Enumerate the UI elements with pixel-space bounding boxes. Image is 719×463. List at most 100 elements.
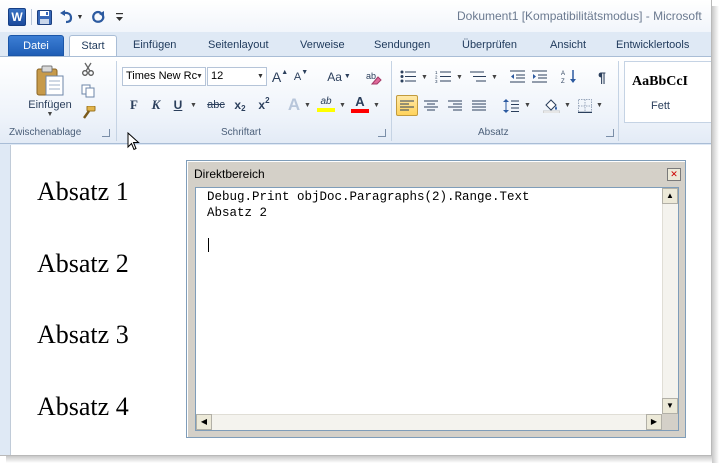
tab-ansicht[interactable]: Ansicht xyxy=(550,35,586,56)
group-separator xyxy=(116,61,117,141)
shading-icon[interactable] xyxy=(540,95,562,116)
change-case-label: Aa xyxy=(327,69,342,84)
svg-text:3: 3 xyxy=(435,79,438,83)
cut-icon[interactable] xyxy=(80,61,96,77)
subscript-button[interactable]: x2 xyxy=(230,95,250,114)
immediate-window-editor[interactable]: Debug.Print objDoc.Paragraphs(2).Range.T… xyxy=(195,187,679,431)
word-window: W ▼ Dokument1 [Kompatibilitätsmodus] - M… xyxy=(0,0,712,456)
tab-einfuegen[interactable]: Einfügen xyxy=(133,35,176,56)
superscript-button[interactable]: x2 xyxy=(254,95,274,114)
vertical-scrollbar[interactable]: ▲ ▼ xyxy=(662,188,678,414)
font-name-combo[interactable]: Times New Rc ▼ xyxy=(122,67,206,86)
undo-icon[interactable] xyxy=(58,8,74,26)
window-title: Dokument1 [Kompatibilitätsmodus] - Micro… xyxy=(457,9,702,23)
immediate-window: Direktbereich ✕ Debug.Print objDoc.Parag… xyxy=(186,160,686,438)
tab-ueberpruefen[interactable]: Überprüfen xyxy=(462,35,517,56)
clipboard-dialog-launcher[interactable] xyxy=(102,129,110,137)
copy-icon[interactable] xyxy=(80,83,96,99)
qat-separator xyxy=(31,9,32,25)
title-bar: W ▼ Dokument1 [Kompatibilitätsmodus] - M… xyxy=(0,0,711,32)
font-size-value: 12 xyxy=(211,70,224,82)
clear-formatting-icon[interactable]: ab xyxy=(364,67,382,86)
font-size-combo[interactable]: 12 ▼ xyxy=(207,67,267,86)
ribbon-tab-bar: Datei Start Einfügen Seitenlayout Verwei… xyxy=(0,32,711,57)
font-color-dropdown-icon[interactable]: ▼ xyxy=(373,102,380,109)
scroll-left-icon[interactable]: ◀ xyxy=(196,414,212,430)
italic-button[interactable]: K xyxy=(148,95,164,114)
scrollbar-corner xyxy=(662,414,678,430)
word-app-icon[interactable]: W xyxy=(8,8,26,26)
close-icon[interactable]: ✕ xyxy=(667,168,681,181)
scroll-down-icon[interactable]: ▼ xyxy=(662,398,678,414)
scroll-right-icon[interactable]: ▶ xyxy=(646,414,662,430)
multilevel-list-icon[interactable] xyxy=(468,67,488,86)
bullets-icon[interactable] xyxy=(398,67,418,86)
customize-qat-icon[interactable] xyxy=(114,8,124,26)
shrink-font-arrow-icon: ▼ xyxy=(301,69,309,76)
group-separator xyxy=(391,61,392,141)
style-name-label: Fett xyxy=(651,100,670,112)
font-size-dropdown-icon[interactable]: ▼ xyxy=(255,68,266,85)
redo-icon[interactable] xyxy=(90,8,106,26)
align-center-icon[interactable] xyxy=(421,95,441,116)
style-preview-text: AaBbCcI xyxy=(632,74,689,89)
save-icon[interactable] xyxy=(36,8,52,26)
horizontal-scrollbar[interactable]: ◀ ▶ xyxy=(196,414,662,430)
scroll-up-icon[interactable]: ▲ xyxy=(662,188,678,204)
align-right-icon[interactable] xyxy=(445,95,465,116)
borders-dropdown-icon[interactable]: ▼ xyxy=(596,102,603,109)
increase-indent-icon[interactable] xyxy=(530,67,548,86)
tab-verweise[interactable]: Verweise xyxy=(300,35,345,56)
font-color-button[interactable]: A xyxy=(350,93,370,115)
immediate-window-title: Direktbereich xyxy=(194,167,265,181)
text-effects-dropdown-icon[interactable]: ▼ xyxy=(304,102,311,109)
justify-icon[interactable] xyxy=(469,95,489,116)
shrink-font-button[interactable]: A ▼ xyxy=(292,67,310,86)
underline-dropdown-icon[interactable]: ▼ xyxy=(190,102,197,109)
highlight-dropdown-icon[interactable]: ▼ xyxy=(339,102,346,109)
paragraph-4: Absatz 4 xyxy=(37,392,129,421)
show-formatting-marks-button[interactable]: ¶ xyxy=(594,67,610,86)
highlight-color-swatch xyxy=(317,108,335,112)
numbering-dropdown-icon[interactable]: ▼ xyxy=(456,74,463,81)
paragraph-dialog-launcher[interactable] xyxy=(606,129,614,137)
shading-dropdown-icon[interactable]: ▼ xyxy=(564,102,571,109)
font-name-dropdown-icon[interactable]: ▼ xyxy=(194,68,205,85)
sort-icon[interactable]: AZ xyxy=(560,67,578,86)
line-spacing-dropdown-icon[interactable]: ▼ xyxy=(524,102,531,109)
line-spacing-icon[interactable] xyxy=(500,95,522,116)
format-painter-icon[interactable] xyxy=(80,105,96,121)
undo-dropdown-icon[interactable]: ▼ xyxy=(76,8,84,26)
decrease-indent-icon[interactable] xyxy=(508,67,526,86)
strikethrough-button[interactable]: abc xyxy=(205,95,227,114)
code-line-2: Absatz 2 xyxy=(207,206,268,220)
borders-icon[interactable] xyxy=(576,95,594,116)
shrink-font-label: A xyxy=(293,70,302,83)
text-effects-button[interactable]: A xyxy=(284,95,304,114)
ribbon: Einfügen ▼ Zwischenablage Times New Rc ▼… xyxy=(0,56,711,144)
tab-sendungen[interactable]: Sendungen xyxy=(374,35,430,56)
multilevel-list-dropdown-icon[interactable]: ▼ xyxy=(491,74,498,81)
change-case-button[interactable]: Aa ▼ xyxy=(326,67,352,86)
tab-entwicklertools[interactable]: Entwicklertools xyxy=(616,35,689,56)
styles-gallery[interactable]: AaBbCcI Fett xyxy=(624,61,711,123)
tab-start[interactable]: Start xyxy=(69,35,117,57)
change-case-dropdown-icon: ▼ xyxy=(343,73,351,80)
paste-dropdown-icon: ▼ xyxy=(46,110,54,118)
bullets-dropdown-icon[interactable]: ▼ xyxy=(421,74,428,81)
numbering-icon[interactable]: 123 xyxy=(433,67,453,86)
code-line-1: Debug.Print objDoc.Paragraphs(2).Range.T… xyxy=(207,190,530,204)
grow-font-button[interactable]: A ▲ xyxy=(271,67,289,86)
underline-button[interactable]: U xyxy=(170,95,186,114)
highlight-button[interactable]: ab xyxy=(316,93,336,115)
superscript-mark: 2 xyxy=(265,96,270,105)
bold-button[interactable]: F xyxy=(126,95,142,114)
immediate-window-titlebar[interactable]: Direktbereich ✕ xyxy=(190,164,682,183)
font-dialog-launcher[interactable] xyxy=(378,129,386,137)
font-group-label: Schriftart xyxy=(221,127,262,138)
tab-datei[interactable]: Datei xyxy=(8,35,64,56)
paragraph-3: Absatz 3 xyxy=(37,320,129,349)
paste-button[interactable]: Einfügen ▼ xyxy=(24,61,76,121)
align-left-icon[interactable] xyxy=(396,95,418,116)
tab-seitenlayout[interactable]: Seitenlayout xyxy=(208,35,269,56)
